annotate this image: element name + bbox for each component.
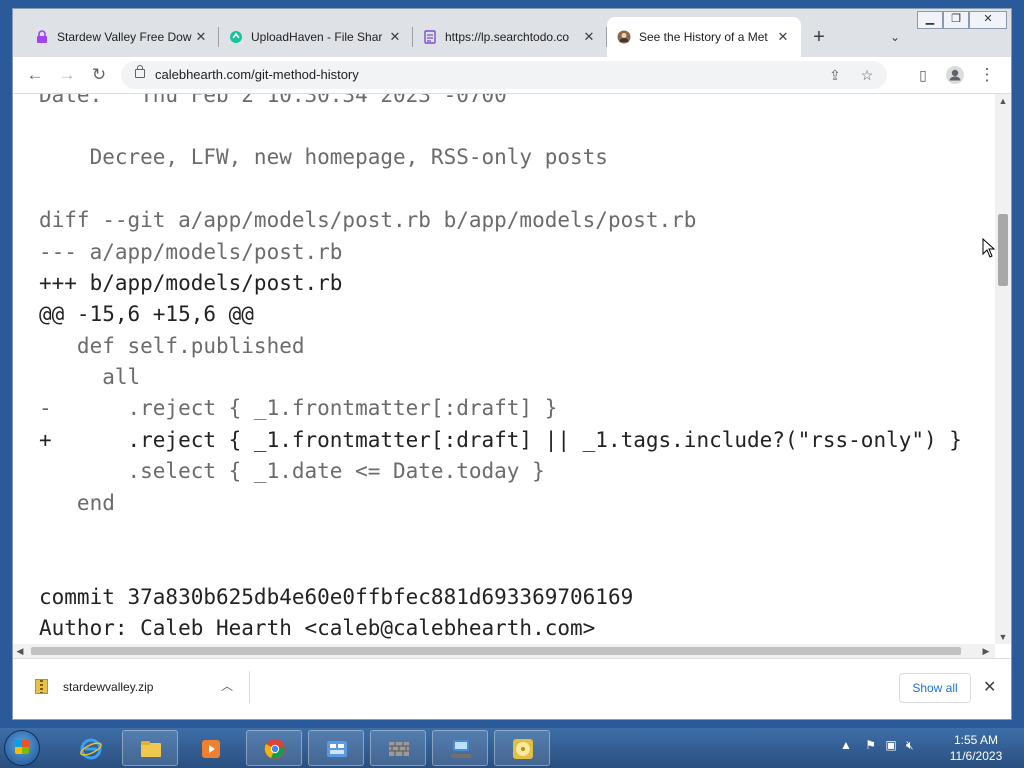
scroll-down-arrow-icon[interactable]: ▼ xyxy=(995,630,1011,644)
chrome-taskbar-button[interactable] xyxy=(246,730,302,766)
tab-search-chevron-icon[interactable]: ⌄ xyxy=(883,25,907,49)
folder-icon xyxy=(141,741,161,757)
code-line: end xyxy=(39,491,115,515)
share-icon[interactable]: ⇪ xyxy=(823,63,847,87)
lock-tab-icon xyxy=(35,30,49,44)
code-line: +++ b/app/models/post.rb xyxy=(39,271,343,295)
code-line: --- a/app/models/post.rb xyxy=(39,240,343,264)
code-line: Author: Caleb Hearth <caleb@calebhearth.… xyxy=(39,616,596,640)
uploadhaven-icon xyxy=(229,30,243,44)
address-bar[interactable]: calebhearth.com/git-method-history ⇪ ☆ xyxy=(121,61,887,89)
scrollbar-thumb[interactable] xyxy=(31,647,961,655)
close-icon[interactable]: ✕ xyxy=(387,29,403,45)
forward-arrow-icon[interactable]: → xyxy=(55,63,79,87)
horizontal-scrollbar[interactable]: ◀ ▶ xyxy=(13,644,995,658)
code-line: .select { _1.date <= Date.today } xyxy=(39,459,545,483)
minimize-button[interactable]: ▁ xyxy=(917,11,943,29)
network-icon[interactable]: ▣ xyxy=(885,738,896,752)
clock-time: 1:55 AM xyxy=(953,733,999,747)
vertical-scrollbar[interactable]: ▲ ▼ xyxy=(995,94,1011,644)
window-close-button[interactable]: ✕ xyxy=(969,11,1007,29)
volume-muted-icon[interactable]: 🔇︎ xyxy=(906,738,914,752)
tab-searchtodo[interactable]: https://lp.searchtodo.co ✕ xyxy=(413,17,607,57)
close-icon[interactable]: ✕ xyxy=(775,29,791,45)
tab-title: Stardew Valley Free Dow xyxy=(57,30,192,44)
tab-strip: Stardew Valley Free Dow ✕ UploadHaven - … xyxy=(13,9,1011,57)
close-icon[interactable]: ✕ xyxy=(983,677,996,697)
menu-kebab-icon[interactable]: ⋮ xyxy=(975,63,999,87)
firewall-taskbar-button[interactable] xyxy=(370,730,426,766)
control-panel-taskbar-button[interactable] xyxy=(308,730,364,766)
tray-expand-icon[interactable]: ▲ xyxy=(840,738,852,752)
chevron-up-icon[interactable]: ︿ xyxy=(221,677,233,694)
back-arrow-icon[interactable]: ← xyxy=(23,63,47,87)
tab-git-method-history[interactable]: See the History of a Met ✕ xyxy=(607,17,801,57)
show-all-button[interactable]: Show all xyxy=(899,673,971,703)
media-player-taskbar-button[interactable] xyxy=(182,730,238,766)
download-item[interactable]: stardewvalley.zip ︿ xyxy=(21,671,250,703)
profile-avatar[interactable] xyxy=(943,63,967,87)
computer-network-icon xyxy=(451,740,471,758)
chrome-icon xyxy=(264,739,285,759)
download-file-name[interactable]: stardewvalley.zip xyxy=(63,680,153,694)
code-line: commit 37a830b625db4e60e0ffbfec881d69336… xyxy=(39,585,634,609)
code-line: + .reject { _1.frontmatter[:draft] || _1… xyxy=(39,428,962,452)
browser-toolbar: ← → ↻ calebhearth.com/git-method-history… xyxy=(13,57,1011,94)
dvd-taskbar-button[interactable] xyxy=(494,730,550,766)
system-tray: ▲ ⚑ ▣ 🔇︎ xyxy=(840,738,914,753)
code-line: all xyxy=(39,365,141,389)
code-line: - .reject { _1.frontmatter[:draft] } xyxy=(39,396,558,420)
close-icon[interactable]: ✕ xyxy=(193,29,209,45)
disc-icon xyxy=(513,739,533,759)
media-player-icon xyxy=(202,740,220,758)
code-line: @@ -15,6 +15,6 @@ xyxy=(39,302,254,326)
reload-icon[interactable]: ↻ xyxy=(87,63,111,87)
internet-explorer-icon xyxy=(80,738,102,760)
control-panel-icon xyxy=(327,741,347,757)
brick-wall-icon xyxy=(389,742,409,756)
tab-stardew[interactable]: Stardew Valley Free Dow ✕ xyxy=(25,17,219,57)
scroll-left-arrow-icon[interactable]: ◀ xyxy=(13,644,27,658)
file-explorer-taskbar-button[interactable] xyxy=(122,730,178,766)
code-line: def self.published xyxy=(39,334,305,358)
taskbar: ▲ ⚑ ▣ 🔇︎ 1:55 AM 11/6/2023 xyxy=(0,728,1024,768)
avatar-favicon xyxy=(617,30,631,44)
tab-title: See the History of a Met xyxy=(639,30,768,44)
bookmark-star-icon[interactable]: ☆ xyxy=(855,63,879,87)
code-line: diff --git a/app/models/post.rb b/app/mo… xyxy=(39,208,697,232)
tab-title: https://lp.searchtodo.co xyxy=(445,30,570,44)
start-button[interactable] xyxy=(4,730,40,766)
new-tab-button[interactable]: + xyxy=(807,25,831,49)
download-bar: stardewvalley.zip ︿ Show all ✕ xyxy=(13,658,1011,719)
zip-file-icon xyxy=(35,679,48,694)
scroll-up-arrow-icon[interactable]: ▲ xyxy=(995,94,1011,108)
page-content: Date: Thu Feb 2 10:30:34 2023 -0700 Decr… xyxy=(13,94,995,644)
document-icon xyxy=(423,30,437,44)
side-panel-icon[interactable]: ▯ xyxy=(911,63,935,87)
scrollbar-thumb[interactable] xyxy=(998,214,1008,286)
windows-logo-icon xyxy=(15,740,29,754)
action-center-icon[interactable]: ⚑ xyxy=(865,738,876,752)
mouse-cursor-icon xyxy=(982,238,996,258)
network-taskbar-button[interactable] xyxy=(432,730,488,766)
browser-window: Stardew Valley Free Dow ✕ UploadHaven - … xyxy=(12,8,1012,720)
internet-explorer-taskbar-button[interactable] xyxy=(62,730,118,766)
tab-title: UploadHaven - File Shar xyxy=(251,30,383,44)
url-text[interactable]: calebhearth.com/git-method-history xyxy=(155,67,359,82)
clock-date: 11/6/2023 xyxy=(949,749,1003,763)
maximize-button[interactable]: ❐ xyxy=(943,11,969,29)
tab-uploadhaven[interactable]: UploadHaven - File Shar ✕ xyxy=(219,17,413,57)
scroll-right-arrow-icon[interactable]: ▶ xyxy=(979,644,993,658)
code-line: Decree, LFW, new homepage, RSS-only post… xyxy=(39,145,608,169)
code-line: Date: Thu Feb 2 10:30:34 2023 -0700 xyxy=(39,94,507,107)
close-icon[interactable]: ✕ xyxy=(581,29,597,45)
clock[interactable]: 1:55 AM 11/6/2023 xyxy=(946,732,1006,764)
lock-icon xyxy=(135,65,145,78)
